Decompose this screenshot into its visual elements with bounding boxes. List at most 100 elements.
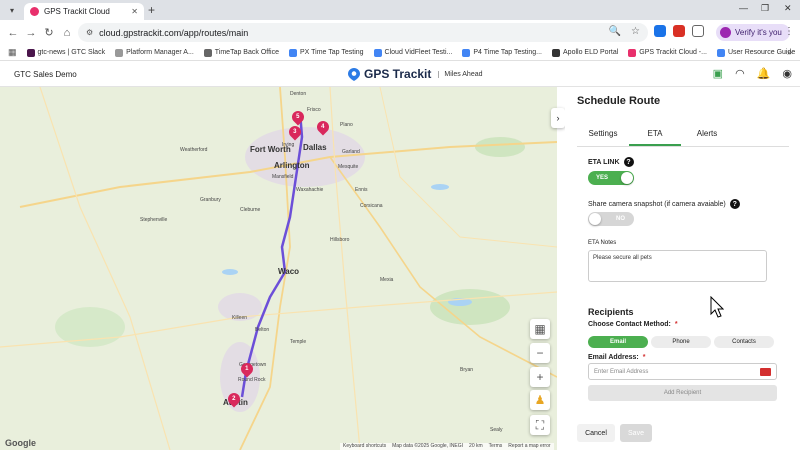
town-label: Mexia xyxy=(380,277,394,283)
profile-verify-button[interactable]: Verify it's you xyxy=(716,24,790,41)
cancel-button[interactable]: Cancel xyxy=(577,424,615,442)
contact-method-phone-button[interactable]: Phone xyxy=(651,336,711,348)
user-account-icon[interactable]: ◉ xyxy=(782,67,792,80)
restore-icon[interactable]: ❐ xyxy=(761,3,769,14)
attribution-item[interactable]: Terms xyxy=(489,443,503,450)
zoom-icon[interactable]: 🔍 xyxy=(609,26,621,37)
close-window-icon[interactable]: ✕ xyxy=(784,3,792,14)
back-icon[interactable]: ← xyxy=(4,27,22,39)
street-view-pegman-icon[interactable]: ♟ xyxy=(530,390,550,410)
bookmark-item[interactable]: Apollo ELD Portal xyxy=(552,48,618,57)
route-map[interactable]: Fort WorthDallasArlingtonWacoAustinDento… xyxy=(0,87,557,450)
bookmark-favicon-icon xyxy=(115,48,124,57)
contact-method-email-button[interactable]: Email xyxy=(588,336,648,348)
address-bar[interactable]: ⚙ cloud.gpstrackit.com/app/routes/main 🔍… xyxy=(78,23,648,42)
bookmark-item[interactable]: TimeTap Back Office xyxy=(203,48,279,57)
browser-tab[interactable]: GPS Trackit Cloud ✕ xyxy=(24,3,144,20)
contact-card-icon[interactable] xyxy=(760,368,771,376)
eta-notes-textarea[interactable]: Please secure all pets xyxy=(588,250,767,282)
town-label: Frisco xyxy=(307,107,321,113)
google-logo: Google xyxy=(5,438,36,448)
save-button[interactable]: Save xyxy=(620,424,652,442)
forward-icon[interactable]: → xyxy=(22,27,40,39)
add-recipient-button[interactable]: Add Recipient xyxy=(588,385,777,401)
contact-method-label: Choose Contact Method: xyxy=(588,321,671,328)
town-label: Mansfield xyxy=(272,174,294,180)
panel-title: Schedule Route xyxy=(577,95,661,107)
tab-search-dropdown[interactable]: ▾ xyxy=(6,4,18,16)
bookmark-label: User Resource Guide xyxy=(727,49,796,56)
town-label: Bryan xyxy=(460,367,474,373)
location-pin-logo-icon xyxy=(348,67,360,81)
tab-title: GPS Trackit Cloud xyxy=(44,7,110,16)
bookmark-item[interactable]: P4 Time Tap Testing... xyxy=(462,48,542,57)
contact-method-selector: Email Phone Contacts xyxy=(588,336,774,348)
bookmark-item[interactable]: User Resource Guide xyxy=(716,48,796,57)
bookmark-item[interactable]: PX Time Tap Testing xyxy=(288,48,364,57)
stop-number: 4 xyxy=(321,124,325,130)
fullscreen-button[interactable]: ⛶ xyxy=(530,415,550,435)
bookmark-label: gtc-news | GTC Slack xyxy=(37,49,106,56)
browser-tab-bar: ▾ GPS Trackit Cloud ✕ + — ❐ ✕ xyxy=(0,0,800,20)
mouse-cursor-icon xyxy=(710,296,724,318)
bookmark-label: Cloud VidFleet Testi... xyxy=(384,49,453,56)
attribution-item: Map data ©2025 Google, INEGI xyxy=(392,443,464,449)
tab-eta[interactable]: ETA xyxy=(629,127,681,146)
gps-trackit-favicon-icon xyxy=(30,7,39,16)
zoom-out-button[interactable]: − xyxy=(530,343,550,363)
bookmark-favicon-icon xyxy=(26,48,35,57)
attribution-item[interactable]: Keyboard shortcuts xyxy=(343,443,386,450)
collapse-panel-button[interactable]: › xyxy=(551,108,565,128)
city-label: Dallas xyxy=(303,143,327,152)
attribution-item[interactable]: Report a map error xyxy=(508,443,550,450)
verify-label: Verify it's you xyxy=(735,28,782,37)
bookmark-label: GPS Trackit Cloud -... xyxy=(639,49,707,56)
share-snapshot-toggle[interactable]: NO xyxy=(588,212,634,226)
bookmark-item[interactable]: Cloud VidFleet Testi... xyxy=(373,48,453,57)
town-label: Temple xyxy=(290,339,307,345)
town-label: Waxahachie xyxy=(296,187,324,193)
recipients-heading: Recipients xyxy=(588,307,634,317)
extension-icon[interactable] xyxy=(654,25,666,37)
bookmark-label: PX Time Tap Testing xyxy=(299,49,364,56)
email-address-label: Email Address: xyxy=(588,354,639,361)
bookmark-item[interactable]: Platform Manager A... xyxy=(115,48,194,57)
apps-grid-icon[interactable]: ▦ xyxy=(8,47,17,58)
more-menu-icon[interactable]: ⋮ xyxy=(784,26,794,37)
site-info-icon[interactable]: ⚙ xyxy=(86,28,93,37)
extensions-puzzle-icon[interactable] xyxy=(692,25,704,37)
contact-method-contacts-button[interactable]: Contacts xyxy=(714,336,774,348)
bookmark-label: TimeTap Back Office xyxy=(214,49,279,56)
bookmark-item[interactable]: GPS Trackit Cloud -... xyxy=(628,48,707,57)
map-type-button[interactable]: ▦ xyxy=(530,319,550,339)
home-icon[interactable]: ⌂ xyxy=(58,27,76,39)
eta-link-value: YES xyxy=(596,175,609,181)
zoom-in-button[interactable]: + xyxy=(530,367,550,387)
close-tab-icon[interactable]: ✕ xyxy=(131,7,138,16)
town-label: Sealy xyxy=(490,427,503,433)
eta-link-toggle[interactable]: YES xyxy=(588,171,634,185)
email-field[interactable]: Enter Email Address xyxy=(588,363,777,380)
bookmark-star-icon[interactable]: ☆ xyxy=(631,26,640,37)
org-name: GTC Sales Demo xyxy=(14,70,77,79)
bookmark-item[interactable]: gtc-news | GTC Slack xyxy=(26,48,106,57)
city-label: Arlington xyxy=(274,161,310,170)
eta-link-label: ETA LINK xyxy=(588,158,620,166)
minimize-icon[interactable]: — xyxy=(739,3,748,13)
new-tab-button[interactable]: + xyxy=(148,3,155,17)
extension-icon[interactable] xyxy=(673,25,685,37)
notification-bell-icon[interactable]: 🔔 xyxy=(757,67,771,80)
town-label: Weatherford xyxy=(180,147,208,153)
toggle-knob xyxy=(589,213,601,225)
chat-icon[interactable]: ▣ xyxy=(713,67,723,80)
help-icon[interactable]: ? xyxy=(729,199,740,209)
stop-number: 3 xyxy=(293,129,297,135)
headset-support-icon[interactable]: ◠ xyxy=(735,67,745,80)
required-mark: * xyxy=(674,321,678,328)
help-icon[interactable]: ? xyxy=(623,157,634,167)
tab-alerts[interactable]: Alerts xyxy=(681,127,733,146)
reload-icon[interactable]: ↻ xyxy=(40,26,58,39)
town-label: Corsicana xyxy=(360,203,383,209)
tab-settings[interactable]: Settings xyxy=(577,127,629,146)
more-bookmarks-icon[interactable]: » xyxy=(787,47,792,57)
